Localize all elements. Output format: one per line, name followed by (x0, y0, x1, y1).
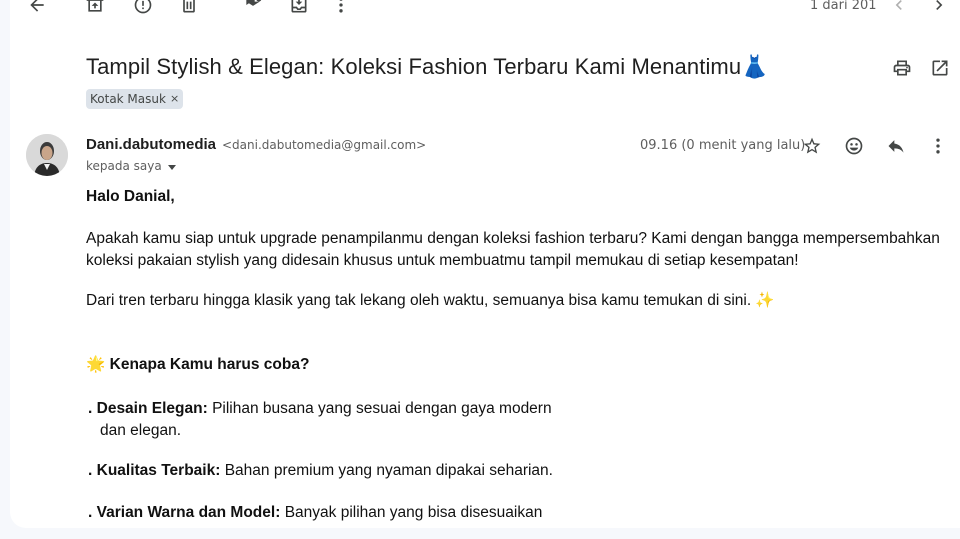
subject-row: Tampil Stylish & Elegan: Koleksi Fashion… (86, 54, 956, 80)
recipient-label: kepada saya (86, 159, 162, 173)
list-marker: . (88, 400, 93, 417)
list-item-text: Banyak pilihan yang bisa disesuaikan (284, 504, 543, 521)
list-item-text: dan elegan. (100, 422, 182, 439)
list-marker: . (88, 504, 93, 521)
open-in-new-window-icon[interactable] (928, 56, 952, 80)
label-chip-text: Kotak Masuk (90, 92, 166, 106)
archive-icon[interactable] (80, 0, 110, 20)
reply-icon[interactable] (884, 134, 908, 158)
body-paragraph: Apakah kamu siap untuk upgrade penampila… (86, 230, 940, 269)
list-item-text: Pilihan busana yang sesuai dengan gaya m… (212, 400, 552, 417)
recipient-dropdown[interactable]: kepada saya (86, 159, 176, 173)
delete-icon[interactable] (174, 0, 204, 20)
list-item-title: Kualitas Terbaik: (96, 462, 221, 479)
email-subject: Tampil Stylish & Elegan: Koleksi Fashion… (86, 54, 769, 79)
list-item-text: Bahan premium yang nyaman dipakai sehari… (224, 462, 553, 479)
label-chip-inbox[interactable]: Kotak Masuk × (86, 89, 184, 109)
sender-name: Dani.dabutomedia (86, 136, 217, 153)
section-heading: 🌟 Kenapa Kamu harus coba? (86, 353, 309, 376)
star-icon[interactable] (800, 134, 824, 158)
email-view: 1 dari 201 Tampil Stylish & Elegan: Kole… (10, 0, 960, 528)
more-vert-icon[interactable] (326, 0, 356, 20)
pager-count: 1 dari 201 (810, 0, 877, 13)
list-item: . Desain Elegan: Pilihan busana yang ses… (88, 398, 868, 442)
remove-label-icon[interactable]: × (170, 89, 179, 109)
list-marker: . (88, 462, 93, 479)
list-item-title: Desain Elegan: (96, 400, 208, 417)
list-item: . Kualitas Terbaik: Bahan premium yang n… (88, 460, 868, 482)
emoji-reaction-icon[interactable] (842, 134, 866, 158)
print-icon[interactable] (890, 56, 914, 80)
greeting: Halo Danial, (86, 188, 175, 205)
chevron-down-icon (167, 164, 176, 170)
star-emoji-icon: 🌟 (86, 355, 106, 373)
back-arrow-icon[interactable] (22, 0, 52, 20)
mark-unread-icon[interactable] (238, 0, 268, 20)
section-heading-text: Kenapa Kamu harus coba? (109, 356, 310, 373)
email-timestamp: 09.16 (0 menit yang lalu) (640, 138, 806, 153)
sender-email: <dani.dabutomedia@gmail.com> (222, 138, 427, 152)
more-vert-icon[interactable] (926, 134, 950, 158)
toolbar: 1 dari 201 (10, 0, 960, 20)
move-to-icon[interactable] (284, 0, 314, 20)
chevron-left-icon[interactable] (884, 0, 914, 20)
list-item-title: Varian Warna dan Model: (96, 504, 281, 521)
body-paragraph: Dari tren terbaru hingga klasik yang tak… (86, 292, 775, 309)
chevron-right-icon[interactable] (924, 0, 954, 20)
report-spam-icon[interactable] (128, 0, 158, 20)
avatar (26, 134, 68, 176)
list-item: . Varian Warna dan Model: Banyak pilihan… (88, 502, 868, 524)
